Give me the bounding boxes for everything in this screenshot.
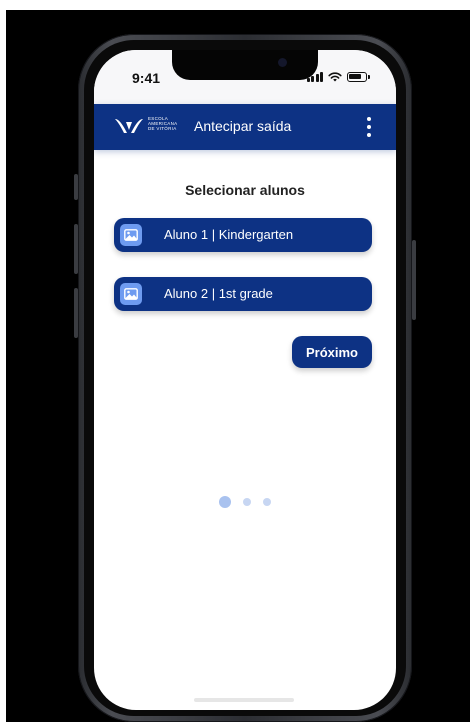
volume-up-button [74, 224, 78, 274]
phone-frame: 9:41 ESCOLA AMERICANA DE VITÓRIA Antecip… [74, 34, 416, 722]
status-icons [306, 72, 370, 82]
status-bar: 9:41 [94, 50, 396, 104]
signal-icon [306, 72, 323, 82]
student-label: Aluno 1 | Kindergarten [164, 227, 294, 242]
camera-icon [278, 58, 287, 67]
more-menu-icon[interactable] [366, 117, 372, 137]
power-button [412, 240, 416, 320]
student-option-2[interactable]: Aluno 2 | 1st grade [114, 277, 372, 311]
logo-line-3: DE VITÓRIA [148, 126, 177, 131]
notch [172, 50, 318, 80]
student-option-1[interactable]: Aluno 1 | Kindergarten [114, 218, 372, 252]
image-icon [120, 224, 142, 246]
wifi-icon [328, 72, 342, 82]
school-logo-icon [115, 119, 143, 133]
battery-tip [368, 75, 370, 79]
logo-text: ESCOLA AMERICANA DE VITÓRIA [148, 116, 177, 131]
mute-switch [74, 174, 78, 200]
home-indicator [194, 698, 294, 702]
page-dot-3[interactable] [263, 498, 271, 506]
student-label: Aluno 2 | 1st grade [164, 286, 273, 301]
next-button[interactable]: Próximo [292, 336, 372, 368]
status-time: 9:41 [132, 70, 161, 86]
battery-icon [347, 72, 367, 82]
page-dot-1[interactable] [219, 496, 231, 508]
app-screen: 9:41 ESCOLA AMERICANA DE VITÓRIA Antecip… [94, 50, 396, 710]
volume-down-button [74, 288, 78, 338]
section-title: Selecionar alunos [185, 182, 305, 198]
image-icon [120, 283, 142, 305]
app-header: ESCOLA AMERICANA DE VITÓRIA Antecipar sa… [94, 104, 396, 150]
page-dot-2[interactable] [243, 498, 251, 506]
top-strip [0, 0, 476, 10]
page-title: Antecipar saída [194, 118, 292, 134]
pagination-dots [94, 496, 396, 508]
